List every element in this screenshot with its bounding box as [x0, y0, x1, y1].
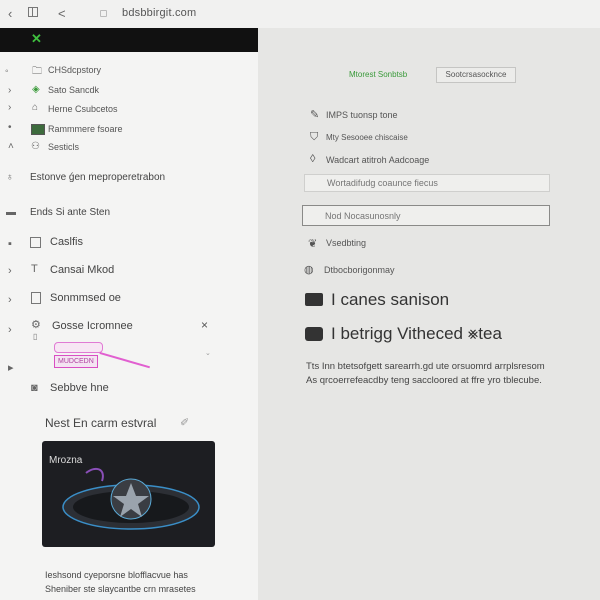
sidebar-item-3[interactable]: Herne Csubcetos	[48, 104, 118, 114]
pen-icon: ✎	[310, 109, 320, 121]
right-item-3[interactable]: Wadcart atitroh Aadcoage	[326, 155, 429, 165]
close-icon[interactable]: ×	[201, 318, 208, 332]
section-heading-one: Estonve ǵen meproperetrabon	[30, 172, 166, 183]
chevron-icon: ›	[8, 102, 12, 113]
row-item-4[interactable]: Gosse Icromnee	[52, 320, 133, 332]
tag-icon: ◊	[310, 153, 316, 165]
card-graphic	[62, 467, 200, 530]
site-icon	[100, 10, 107, 17]
description-line-1: Tts Inn btetsofgett sarearrh.gd ute orsu…	[306, 361, 545, 372]
edit-icon[interactable]: ✐	[180, 416, 189, 429]
footer-line-2: Sheniber ste slaycantbe crn mrasetes	[45, 584, 196, 594]
gamepad-icon	[305, 327, 323, 341]
row-item-2[interactable]: Cansai Mkod	[50, 264, 114, 276]
footer-line-1: Ieshsond cyeporsne blofflacvue has	[45, 570, 188, 580]
caret-up-icon: ˄	[8, 141, 14, 152]
highlighted-chip[interactable]: MUDCEDN	[54, 355, 98, 368]
large-item-1[interactable]: I canes sanison	[331, 290, 449, 310]
chevron-icon: ›	[8, 85, 12, 96]
folder-icon: ◦	[5, 66, 9, 77]
image-icon	[31, 124, 45, 135]
camera-icon: ◙	[31, 382, 38, 394]
back-icon[interactable]: ‹	[8, 6, 12, 21]
checkbox-icon[interactable]	[30, 237, 41, 248]
pointer-arrow	[99, 352, 150, 369]
large-item-2[interactable]: I betrigg Vitheced ⨳tea	[331, 324, 502, 344]
right-item-4[interactable]: Vsedbting	[326, 238, 366, 248]
gear-icon: ⚙	[31, 319, 41, 331]
folder-item-icon: 🗀	[32, 66, 42, 77]
highlight-outline	[54, 342, 103, 353]
heart-icon: ❦	[308, 238, 318, 250]
glow-accent	[85, 467, 104, 482]
small-caret-icon: ⌄	[205, 350, 211, 357]
sidebar-item-5[interactable]: Sesticls	[48, 142, 79, 152]
small-lock-icon: ▯	[33, 332, 38, 341]
chevron-icon: ›	[8, 294, 12, 306]
section-heading-three: Sebbve hne	[50, 382, 109, 394]
promo-title: Nest En carm estvral	[45, 416, 157, 430]
forward-icon[interactable]: <	[58, 6, 66, 21]
tab-secondary[interactable]: Sootcrsasocknce	[436, 67, 516, 83]
app-logo-icon[interactable]: ✕	[31, 31, 42, 47]
promo-card[interactable]: Mrozna	[42, 441, 215, 547]
chevron-icon: ›	[8, 265, 12, 277]
dot-icon: •	[8, 122, 12, 133]
person-icon: ⚇	[31, 141, 40, 152]
dot-icon: ▪	[8, 238, 12, 250]
tee-icon: T	[31, 263, 38, 275]
right-panel: Mtorest Sonbtsb Sootcrsasocknce ✎ IMPS t…	[258, 28, 600, 600]
shield-icon: ⛉	[310, 131, 319, 143]
sidebar-item-1[interactable]: CHSdcpstory	[48, 65, 101, 75]
search-field-1[interactable]	[304, 174, 550, 192]
sidebar-toggle-icon[interactable]	[28, 7, 38, 17]
bag-icon: ◈	[32, 84, 40, 95]
right-item-1[interactable]: IMPS tuonsp tone	[326, 110, 398, 120]
search-field-2[interactable]	[302, 205, 550, 226]
browser-toolbar: ‹ < bdsbbirgit.com	[0, 0, 600, 29]
sidebar-item-4[interactable]: Rammmere fsoare	[48, 124, 123, 134]
chevron-icon: ›	[8, 324, 12, 336]
dot-icon: ▸	[8, 362, 14, 374]
address-bar[interactable]: bdsbbirgit.com	[122, 7, 196, 19]
pin-icon: ♁	[6, 172, 14, 183]
description-line-2: As qrcoerrefeacdby teng saccloored at ff…	[306, 375, 542, 386]
app-header-strip: ✕	[0, 28, 297, 52]
section-heading-two: Ends Si ante Sten	[30, 207, 111, 218]
home-icon: ⌂	[32, 102, 39, 113]
row-item-3[interactable]: Sonmmsed oe	[50, 292, 121, 304]
camera-icon	[305, 293, 323, 306]
list-icon: ▬	[6, 207, 16, 218]
right-item-2[interactable]: Mty Sesooee chiscaise	[326, 133, 408, 142]
badge-icon: ◍	[304, 264, 314, 276]
tab-active[interactable]: Mtorest Sonbtsb	[349, 70, 407, 79]
document-icon	[31, 292, 41, 304]
row-item-1[interactable]: Caslfis	[50, 236, 83, 248]
right-item-5[interactable]: Dtbocborigonmay	[324, 265, 395, 275]
sidebar-item-2[interactable]: Sato Sancdk	[48, 85, 99, 95]
